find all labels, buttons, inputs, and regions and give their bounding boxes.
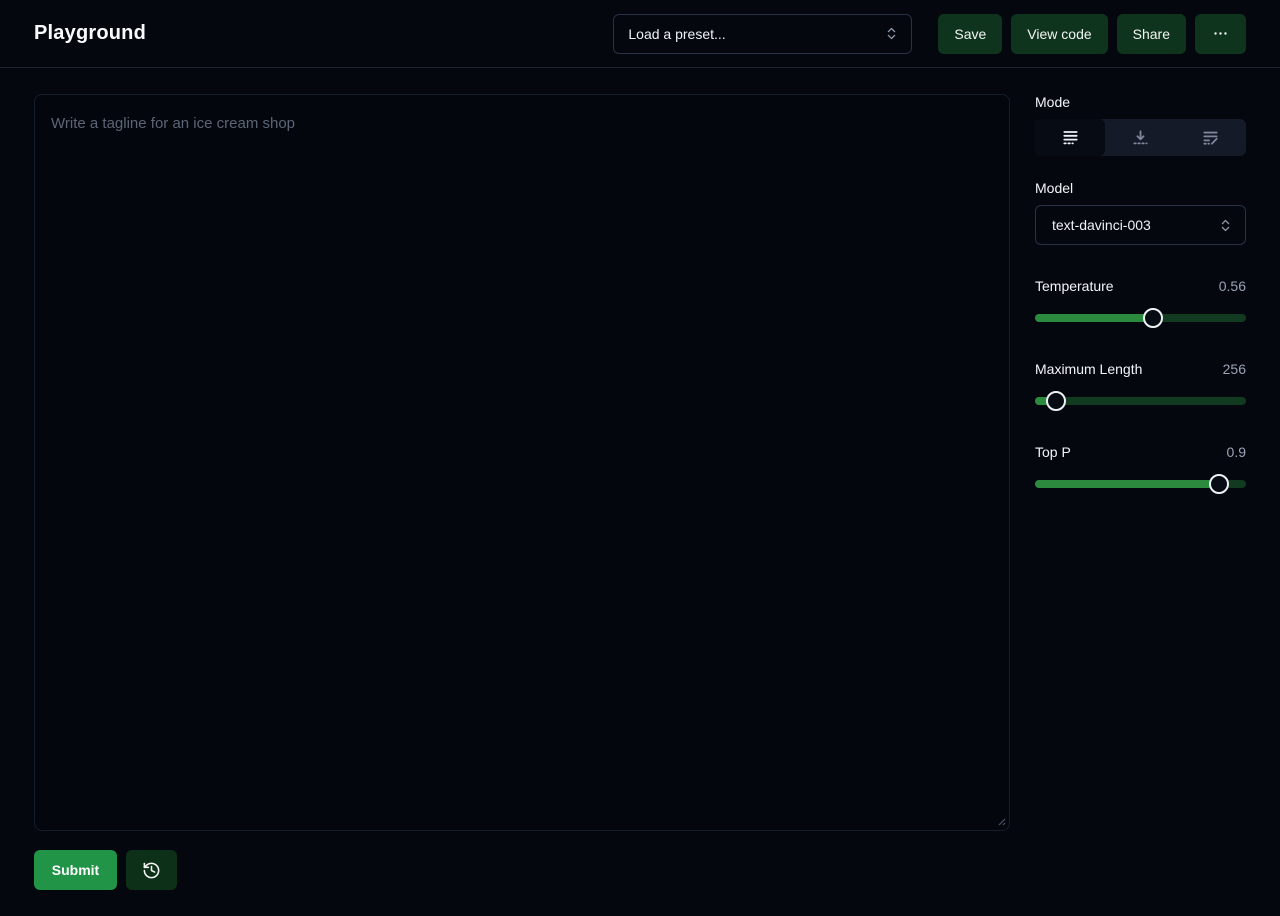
temperature-group: Temperature 0.56 <box>1035 278 1246 328</box>
complete-mode-icon <box>1061 128 1080 147</box>
maximum-length-value: 256 <box>1223 361 1246 377</box>
prompt-wrapper <box>34 94 1010 831</box>
top-p-group: Top P 0.9 <box>1035 444 1246 494</box>
edit-mode-icon <box>1201 128 1220 147</box>
header: Playground Load a preset... Save View co… <box>0 0 1280 68</box>
maximum-length-slider[interactable] <box>1035 391 1246 411</box>
chevrons-up-down-icon <box>1218 218 1233 233</box>
maximum-length-label: Maximum Length <box>1035 361 1142 377</box>
temperature-slider[interactable] <box>1035 308 1246 328</box>
top-p-value: 0.9 <box>1227 444 1246 460</box>
slider-track <box>1035 397 1246 405</box>
model-select-value: text-davinci-003 <box>1052 217 1151 233</box>
model-group: Model text-davinci-003 <box>1035 180 1246 245</box>
slider-thumb[interactable] <box>1209 474 1229 494</box>
top-p-slider[interactable] <box>1035 474 1246 494</box>
slider-fill <box>1035 314 1153 322</box>
submit-button[interactable]: Submit <box>34 850 117 890</box>
save-button[interactable]: Save <box>938 14 1002 54</box>
top-p-label: Top P <box>1035 444 1071 460</box>
insert-mode-icon <box>1131 128 1150 147</box>
maximum-length-group: Maximum Length 256 <box>1035 361 1246 411</box>
chevrons-up-down-icon <box>884 26 899 41</box>
share-button[interactable]: Share <box>1117 14 1186 54</box>
view-code-button[interactable]: View code <box>1011 14 1107 54</box>
slider-thumb[interactable] <box>1143 308 1163 328</box>
more-options-button[interactable] <box>1195 14 1246 54</box>
footer-actions: Submit <box>34 850 1010 890</box>
prompt-textarea[interactable] <box>34 94 1010 831</box>
page-title: Playground <box>34 22 146 45</box>
mode-tab-edit[interactable] <box>1176 119 1246 156</box>
history-button[interactable] <box>126 850 177 890</box>
header-actions: Load a preset... Save View code Share <box>613 14 1246 54</box>
settings-sidebar: Mode Model text-davinci-003 <box>1035 94 1246 890</box>
model-select[interactable]: text-davinci-003 <box>1035 205 1246 245</box>
mode-tab-complete[interactable] <box>1035 119 1105 156</box>
history-icon <box>142 861 161 880</box>
mode-tab-insert[interactable] <box>1105 119 1175 156</box>
preset-select[interactable]: Load a preset... <box>613 14 912 54</box>
editor-column: Submit <box>34 94 1010 890</box>
slider-fill <box>1035 480 1219 488</box>
preset-select-value: Load a preset... <box>628 26 725 42</box>
mode-tablist <box>1035 119 1246 156</box>
model-label: Model <box>1035 180 1246 196</box>
temperature-label: Temperature <box>1035 278 1114 294</box>
main-content: Submit Mode <box>0 68 1280 916</box>
mode-label: Mode <box>1035 94 1246 110</box>
ellipsis-icon <box>1212 25 1229 42</box>
temperature-value: 0.56 <box>1219 278 1246 294</box>
slider-thumb[interactable] <box>1046 391 1066 411</box>
